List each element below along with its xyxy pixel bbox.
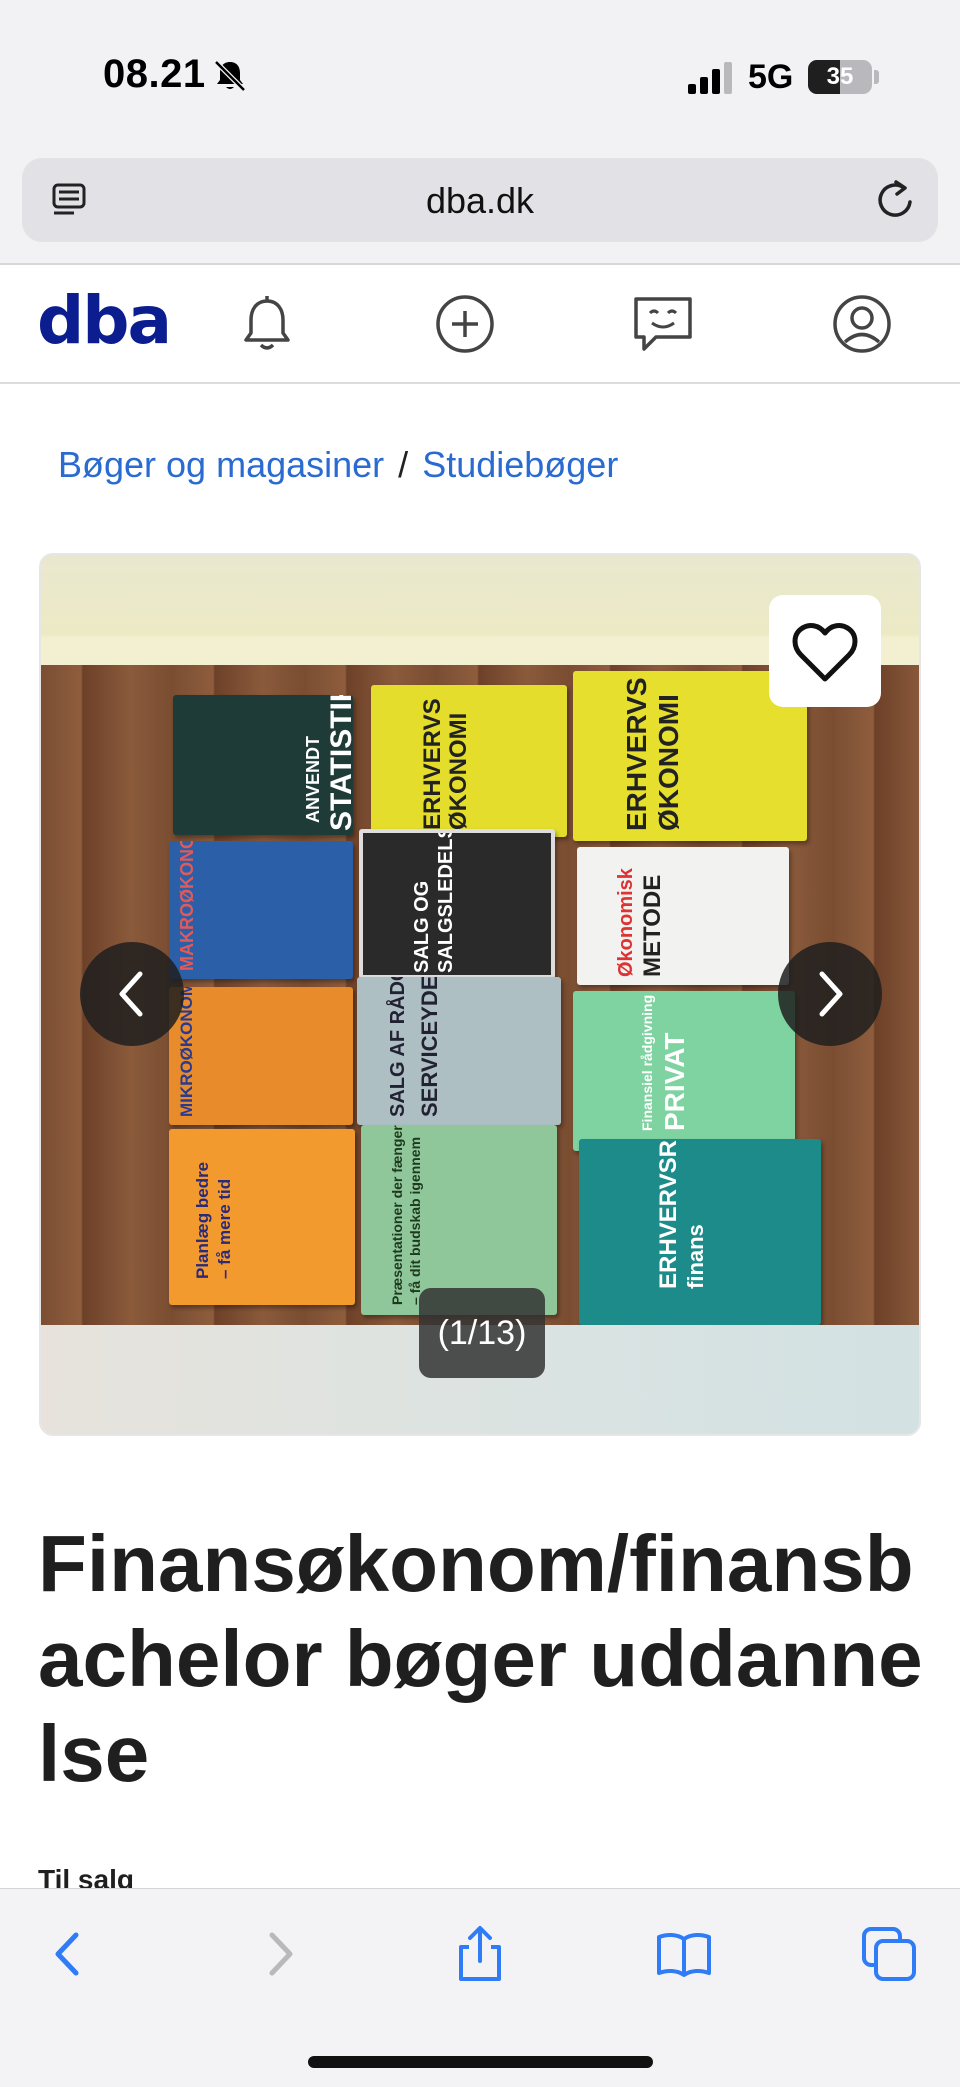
bookmarks-icon[interactable] — [655, 1925, 713, 1983]
address-bar[interactable]: dba.dk — [22, 158, 938, 242]
breadcrumb-separator: / — [398, 444, 409, 485]
network-type: 5G — [748, 58, 794, 96]
chevron-right-icon — [819, 971, 843, 1017]
book-anvendt-statistik: ANVENDT STATISTIK — [173, 695, 353, 835]
url-text[interactable]: dba.dk — [22, 180, 938, 222]
image-gallery[interactable]: ANVENDT STATISTIK ERHVERVS ØKONOMI ERHVE… — [39, 553, 921, 1436]
book-mikrookonomi: MIKROØKONOMI — [169, 987, 353, 1125]
book-erhvervs-okonomi-1: ERHVERVS ØKONOMI — [371, 685, 567, 837]
battery-tip — [874, 70, 879, 84]
notifications-icon[interactable] — [234, 291, 300, 357]
chevron-left-icon — [119, 971, 143, 1017]
battery-icon: 35 — [808, 60, 872, 94]
image-counter: (1/13) — [419, 1288, 545, 1378]
battery-level: 35 — [826, 63, 854, 90]
listing-status: Til salg — [38, 1864, 134, 1888]
forward-icon[interactable] — [250, 1925, 308, 1983]
book-erhvervsret-finans: ERHVERVSRET finans — [579, 1139, 821, 1325]
breadcrumb-item-study-books[interactable]: Studiebøger — [422, 444, 618, 485]
bell-slash-icon — [214, 60, 246, 92]
favorite-button[interactable] — [769, 595, 881, 707]
previous-image-button[interactable] — [80, 942, 184, 1046]
book-makrookonomi: MAKROØKONOMI — [169, 841, 353, 979]
share-icon[interactable] — [451, 1925, 509, 1983]
messages-icon[interactable] — [630, 291, 696, 357]
reload-icon[interactable] — [874, 178, 916, 222]
breadcrumb-item-books[interactable]: Bøger og magasiner — [58, 444, 384, 485]
book-salg-af-radgivning: SALG AF RÅDGIVNING OG SERVICEYDELSER — [357, 977, 561, 1125]
dba-logo[interactable]: dba — [37, 282, 172, 359]
profile-icon[interactable] — [829, 291, 895, 357]
home-indicator — [308, 2056, 653, 2068]
book-praesentationer: Præsentationer der fænger – få dit budsk… — [361, 1125, 557, 1315]
listing-title: Finansøkonom/finansbachelor bøger uddann… — [38, 1519, 923, 1798]
book-salg-og-salgsledelse: SALG OG SALGSLEDELSE — [359, 829, 555, 979]
browser-address-area: dba.dk — [0, 150, 960, 265]
tabs-icon[interactable] — [860, 1925, 918, 1983]
back-icon[interactable] — [40, 1925, 98, 1983]
create-listing-icon[interactable] — [432, 291, 498, 357]
next-image-button[interactable] — [778, 942, 882, 1046]
book-okonomisk-metode: Økonomisk METODE — [577, 847, 789, 985]
breadcrumb: Bøger og magasiner / Studiebøger — [58, 444, 618, 486]
status-time: 08.21 — [103, 52, 206, 96]
heart-icon — [792, 623, 858, 682]
book-planlaeg-bedre: Planlæg bedre – få mere tid — [169, 1129, 355, 1305]
book-finansiel-radgivning-privat: Finansiel rådgivning PRIVAT — [573, 991, 795, 1151]
signal-icon — [688, 62, 732, 94]
status-bar: 08.21 5G 35 — [0, 0, 960, 150]
site-header: dba — [0, 266, 960, 384]
